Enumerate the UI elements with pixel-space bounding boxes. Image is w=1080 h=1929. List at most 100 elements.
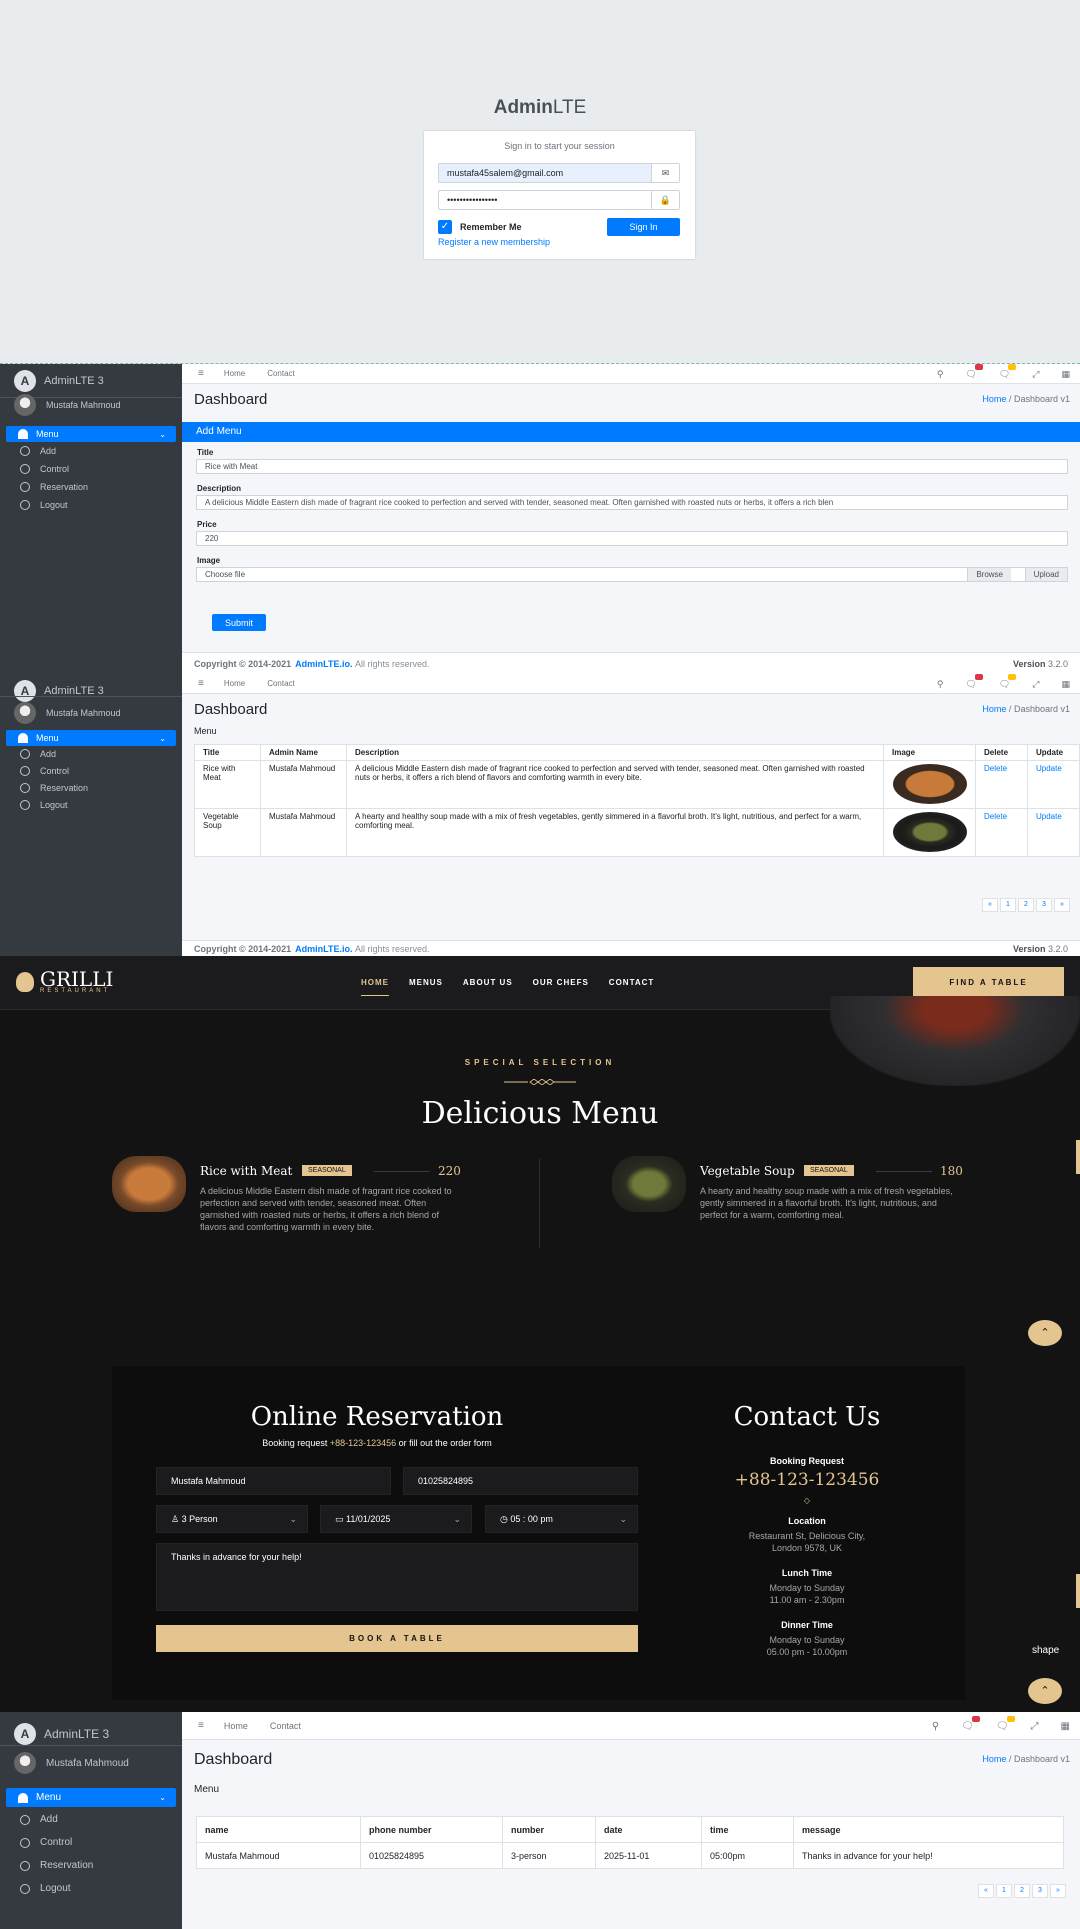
expand-icon[interactable]: ⤢ xyxy=(1031,1721,1039,1732)
sidebar-item-reservation[interactable]: Reservation xyxy=(20,482,88,492)
circle-icon xyxy=(20,1883,30,1894)
page-2[interactable]: 2 xyxy=(1014,1884,1030,1898)
sidebar-item-menu[interactable]: Menu ⌄ xyxy=(6,730,176,746)
sidebar-item-reservation[interactable]: Reservation xyxy=(20,783,88,793)
hamburger-icon[interactable]: ≡ xyxy=(198,1720,204,1731)
breadcrumb-home[interactable]: Home xyxy=(982,704,1006,714)
hamburger-icon[interactable]: ≡ xyxy=(198,678,204,689)
bell-icon[interactable]: 🗨 xyxy=(999,674,1017,690)
name-input[interactable]: Mustafa Mahmoud xyxy=(156,1467,391,1495)
comments-icon[interactable]: 🗨 xyxy=(961,1715,980,1732)
search-icon[interactable]: ⚲ xyxy=(937,369,944,380)
bell-icon[interactable]: 🗨 xyxy=(999,364,1017,380)
grid-icon[interactable]: ▦ xyxy=(1061,369,1070,380)
grid-icon[interactable]: ▦ xyxy=(1061,679,1070,690)
sidebar-item-logout[interactable]: Logout xyxy=(20,1883,71,1894)
message-textarea[interactable]: Thanks in advance for your help! xyxy=(156,1543,638,1611)
nav-contact[interactable]: CONTACT xyxy=(609,978,655,996)
booking-phone[interactable]: +88-123-123456 xyxy=(672,1470,942,1490)
comments-icon[interactable]: 🗨 xyxy=(965,364,983,380)
page-3[interactable]: 3 xyxy=(1032,1884,1048,1898)
book-table-button[interactable]: BOOK A TABLE xyxy=(156,1625,638,1652)
delete-link[interactable]: Delete xyxy=(984,812,1007,821)
circle-icon xyxy=(20,1860,30,1871)
page-1[interactable]: 1 xyxy=(996,1884,1012,1898)
update-link[interactable]: Update xyxy=(1036,764,1062,773)
nav-home-link[interactable]: Home xyxy=(224,679,245,688)
expand-icon[interactable]: ⤢ xyxy=(1032,679,1039,690)
user-panel[interactable]: Mustafa Mahmoud xyxy=(14,1752,129,1774)
nav-home-link[interactable]: Home xyxy=(224,369,245,378)
search-icon[interactable]: ⚲ xyxy=(932,1721,939,1732)
footer-brand-link[interactable]: AdminLTE.io. xyxy=(295,944,352,954)
back-to-top-button[interactable]: ⌃ xyxy=(1028,1320,1062,1346)
cell-phone: 01025824895 xyxy=(360,1842,503,1869)
page-2[interactable]: 2 xyxy=(1018,898,1034,912)
breadcrumb-home[interactable]: Home xyxy=(982,394,1006,404)
sidebar-item-menu[interactable]: Menu ⌄ xyxy=(6,1788,176,1807)
description-input[interactable]: A delicious Middle Eastern dish made of … xyxy=(196,495,1068,510)
sidebar-item-menu[interactable]: Menu ⌄ xyxy=(6,426,176,442)
nav-about[interactable]: ABOUT US xyxy=(463,978,513,996)
sidebar-item-logout[interactable]: Logout xyxy=(20,500,68,510)
sidebar-item-add[interactable]: Add xyxy=(20,1814,58,1825)
sidebar-item-control[interactable]: Control xyxy=(20,464,69,474)
table-header-row: name phone number number date time messa… xyxy=(196,1816,1064,1843)
brand-link[interactable]: A AdminLTE 3 xyxy=(14,370,104,392)
back-to-top-button[interactable]: ⌃ xyxy=(1028,1678,1062,1704)
sidebar-item-control[interactable]: Control xyxy=(20,766,69,776)
sidebar-item-logout[interactable]: Logout xyxy=(20,800,68,810)
page-3[interactable]: 3 xyxy=(1036,898,1052,912)
bell-icon[interactable]: 🗨 xyxy=(996,1715,1015,1732)
sign-in-button[interactable]: Sign In xyxy=(607,218,680,236)
nav-chefs[interactable]: OUR CHEFS xyxy=(533,978,589,996)
nav-home[interactable]: HOME xyxy=(361,978,389,996)
user-panel[interactable]: Mustafa Mahmoud xyxy=(14,702,121,724)
grid-icon[interactable]: ▦ xyxy=(1061,1721,1070,1732)
cell-title: Rice with Meat xyxy=(194,760,261,809)
card-title: Menu xyxy=(194,726,217,736)
sidebar-item-add[interactable]: Add xyxy=(20,446,56,456)
nav-home-link[interactable]: Home xyxy=(224,1721,248,1731)
upload-button[interactable]: Upload xyxy=(1024,568,1067,581)
page-next[interactable]: » xyxy=(1054,898,1070,912)
page-next[interactable]: » xyxy=(1050,1884,1066,1898)
grilli-logo[interactable]: GRILLI RESTAURANT xyxy=(16,969,113,994)
nav-menus[interactable]: MENUS xyxy=(409,978,443,996)
remember-checkbox[interactable]: ✓ xyxy=(438,220,452,234)
sidebar-item-add[interactable]: Add xyxy=(20,749,56,759)
nav-contact-link[interactable]: Contact xyxy=(267,679,295,688)
nav-contact-link[interactable]: Contact xyxy=(267,369,295,378)
breadcrumb-home[interactable]: Home xyxy=(982,1754,1006,1764)
update-link[interactable]: Update xyxy=(1036,812,1062,821)
image-file-input[interactable]: Choose file Browse Upload xyxy=(196,567,1068,582)
register-link[interactable]: Register a new membership xyxy=(438,237,550,247)
delete-link[interactable]: Delete xyxy=(984,764,1007,773)
footer-brand-link[interactable]: AdminLTE.io. xyxy=(295,659,352,669)
price-input[interactable]: 220 xyxy=(196,531,1068,546)
brand-link[interactable]: A AdminLTE 3 xyxy=(14,680,104,702)
date-input[interactable]: ▭ 11/01/2025 ⌄ xyxy=(320,1505,472,1533)
expand-icon[interactable]: ⤢ xyxy=(1032,369,1039,380)
menu-table: Title Admin Name Description Image Delet… xyxy=(194,744,1080,857)
browse-button[interactable]: Browse xyxy=(967,568,1011,581)
email-field[interactable]: mustafa45salem@gmail.com ✉ xyxy=(438,163,680,183)
sidebar-item-reservation[interactable]: Reservation xyxy=(20,1860,93,1871)
title-input[interactable]: Rice with Meat xyxy=(196,459,1068,474)
find-table-button[interactable]: FIND A TABLE xyxy=(913,967,1064,998)
brand-link[interactable]: A AdminLTE 3 xyxy=(14,1723,109,1745)
sidebar-item-control[interactable]: Control xyxy=(20,1837,72,1848)
page-prev[interactable]: « xyxy=(978,1884,994,1898)
submit-button[interactable]: Submit xyxy=(212,614,266,631)
phone-input[interactable]: 01025824895 xyxy=(403,1467,638,1495)
page-prev[interactable]: « xyxy=(982,898,998,912)
search-icon[interactable]: ⚲ xyxy=(937,679,944,690)
user-panel[interactable]: Mustafa Mahmoud xyxy=(14,394,121,416)
time-select[interactable]: ◷ 05 : 00 pm ⌄ xyxy=(485,1505,638,1533)
nav-contact-link[interactable]: Contact xyxy=(270,1721,301,1731)
hamburger-icon[interactable]: ≡ xyxy=(198,368,204,379)
password-field[interactable]: •••••••••••••••• 🔒 xyxy=(438,190,680,210)
comments-icon[interactable]: 🗨 xyxy=(965,674,983,690)
page-1[interactable]: 1 xyxy=(1000,898,1016,912)
persons-select[interactable]: ♙ 3 Person ⌄ xyxy=(156,1505,308,1533)
